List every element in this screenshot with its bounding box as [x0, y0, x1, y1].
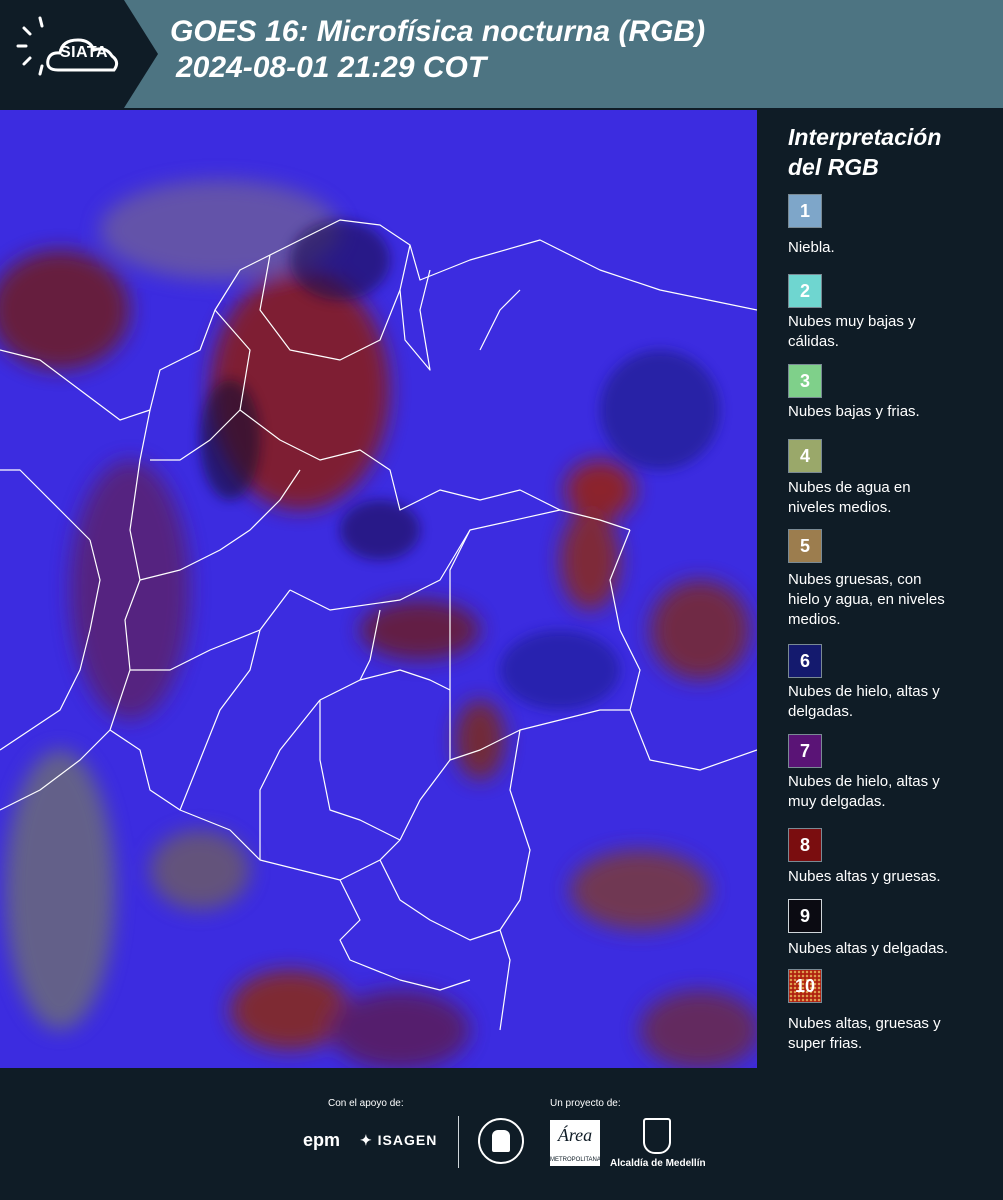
university-seal-logo	[478, 1118, 524, 1164]
header-bar: SIATA GOES 16: Microfísica nocturna (RGB…	[0, 0, 1003, 108]
legend-title: Interpretación del RGB	[788, 122, 941, 182]
area-logo-subtext: METROPOLITANA	[550, 1157, 601, 1163]
legend-description-line: super frias.	[788, 1035, 863, 1052]
legend-swatch-5: 5	[788, 529, 822, 563]
legend-description-9: Nubes altas y delgadas.	[788, 939, 1000, 959]
legend-description-line: niveles medios.	[788, 499, 892, 516]
project-label: Un proyecto de:	[550, 1098, 621, 1109]
legend-swatch-2: 2	[788, 274, 822, 308]
isagen-text: ISAGEN	[377, 1132, 438, 1148]
page-title: GOES 16: Microfísica nocturna (RGB) 2024…	[170, 14, 705, 86]
legend-panel: Interpretación del RGB 1 Niebla. 2 Nubes mu…	[760, 110, 1003, 1068]
isagen-star-icon: ✦	[360, 1132, 373, 1148]
legend-description-line: Nubes de hielo, altas y	[788, 683, 940, 700]
satellite-map[interactable]	[0, 110, 757, 1068]
legend-description-line: medios.	[788, 611, 841, 628]
legend-description-line: Nubes de hielo, altas y	[788, 773, 940, 790]
legend-swatch-8: 8	[788, 828, 822, 862]
siata-logo: SIATA	[0, 0, 158, 108]
legend-swatch-6: 6	[788, 644, 822, 678]
legend-description-line: Nubes gruesas, con	[788, 571, 922, 588]
legend-description-line: muy delgadas.	[788, 793, 886, 810]
legend-description-2: Nubes muy bajas y cálidas.	[788, 312, 1000, 352]
legend-description-6: Nubes de hielo, altas y delgadas.	[788, 682, 1000, 722]
legend-description-1: Niebla.	[788, 238, 1000, 258]
logo-text: SIATA	[59, 44, 109, 61]
legend-description-line: Nubes muy bajas y	[788, 313, 916, 330]
legend-description-8: Nubes altas y gruesas.	[788, 867, 1000, 887]
area-metropolitana-logo: Área METROPOLITANA	[550, 1120, 601, 1166]
medellin-shield-icon	[643, 1118, 671, 1154]
satellite-image	[0, 110, 757, 1068]
support-label: Con el apoyo de:	[328, 1098, 404, 1109]
legend-description-4: Nubes de agua en niveles medios.	[788, 478, 1000, 518]
legend-swatch-7: 7	[788, 734, 822, 768]
epm-logo: epm	[303, 1130, 341, 1150]
legend-swatch-4: 4	[788, 439, 822, 473]
legend-description-line: Nubes altas y gruesas.	[788, 868, 941, 885]
title-line-2: 2024-08-01 21:29 COT	[176, 51, 487, 84]
legend-description-line: Nubes de agua en	[788, 479, 911, 496]
medellin-logo-text: Alcaldía de Medellín	[610, 1158, 706, 1169]
legend-swatch-3: 3	[788, 364, 822, 398]
legend-description-line: hielo y agua, en niveles	[788, 591, 945, 608]
legend-description-line: Niebla.	[788, 239, 835, 256]
area-logo-text: Área	[557, 1125, 593, 1145]
legend-description-line: delgadas.	[788, 703, 854, 720]
legend-description-3: Nubes bajas y frias.	[788, 402, 1000, 422]
footer: Con el apoyo de: Un proyecto de: epm ✦ I…	[0, 1070, 1003, 1200]
legend-description-line: Nubes altas, gruesas y	[788, 1015, 941, 1032]
title-line-1: GOES 16: Microfísica nocturna (RGB)	[170, 15, 706, 48]
legend-description-line: cálidas.	[788, 333, 839, 350]
legend-description-10: Nubes altas, gruesas y super frias.	[788, 1014, 1000, 1054]
legend-title-line-1: Interpretación	[788, 124, 942, 150]
legend-description-line: Nubes altas y delgadas.	[788, 940, 949, 957]
legend-title-line-2: del RGB	[788, 154, 879, 180]
legend-description-line: Nubes bajas y frias.	[788, 403, 920, 420]
footer-divider	[458, 1116, 459, 1168]
legend-swatch-9: 9	[788, 899, 822, 933]
legend-swatch-1: 1	[788, 194, 822, 228]
legend-swatch-10: 10	[788, 969, 822, 1003]
legend-description-5: Nubes gruesas, con hielo y agua, en nivel…	[788, 570, 1000, 630]
isagen-logo: ✦ ISAGEN	[360, 1132, 437, 1149]
legend-description-7: Nubes de hielo, altas y muy delgadas.	[788, 772, 1000, 812]
